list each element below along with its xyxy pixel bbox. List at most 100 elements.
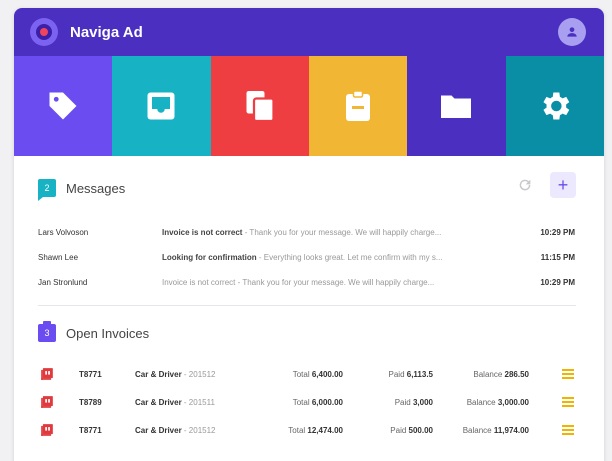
messages-list: Lars Volvoson Invoice is not correct - T… — [14, 220, 604, 295]
message-row[interactable]: Lars Volvoson Invoice is not correct - T… — [14, 220, 604, 245]
row-menu-icon[interactable] — [562, 397, 574, 407]
invoice-client-cell: Car & Driver - 201512 — [135, 426, 255, 435]
message-time: 11:15 PM — [540, 253, 575, 262]
invoice-balance: 3,000.00 — [497, 397, 529, 407]
invoices-header: 3 Open Invoices — [14, 306, 604, 360]
app-window: Naviga Ad 2 Messages + Lars Volvoson Inv… — [14, 8, 604, 461]
invoice-total: 12,474.00 — [307, 425, 343, 435]
total-label: Total — [288, 425, 306, 435]
pdf-icon — [41, 424, 53, 436]
folder-icon — [441, 95, 472, 118]
module-tiles — [14, 56, 604, 156]
copy-icon — [246, 91, 275, 123]
invoice-paid-cell: Paid 3,000 — [343, 398, 433, 407]
logo-ring — [36, 24, 52, 40]
invoice-issue: - 201512 — [181, 369, 216, 379]
invoice-balance-cell: Balance 286.50 — [433, 370, 529, 379]
invoice-number: T8771 — [79, 369, 102, 379]
message-subject: Invoice is not correct — [162, 278, 236, 287]
paid-label: Paid — [390, 425, 407, 435]
invoices-title: Open Invoices — [66, 325, 150, 341]
message-subject-line: Invoice is not correct - Thank you for y… — [162, 278, 519, 287]
top-bar: Naviga Ad — [14, 8, 604, 56]
message-subject-line: Looking for confirmation - Everything lo… — [162, 253, 519, 262]
message-sender: Shawn Lee — [38, 253, 79, 262]
invoice-row[interactable]: T8789 Car & Driver - 201511 Total 6,000.… — [14, 388, 604, 416]
message-row[interactable]: Jan Stronlund Invoice is not correct - T… — [14, 270, 604, 295]
invoice-balance-cell: Balance 3,000.00 — [433, 398, 529, 407]
message-sender: Jan Stronlund — [38, 278, 88, 287]
invoice-total: 6,400.00 — [311, 369, 343, 379]
pdf-icon — [41, 396, 53, 408]
invoice-total-cell: Total 6,400.00 — [255, 370, 343, 379]
message-preview: - Thank you for your message. We will ha… — [242, 228, 442, 237]
invoice-client: Car & Driver — [135, 397, 182, 407]
clipboard-icon — [346, 90, 371, 121]
tile-inbox[interactable] — [112, 56, 211, 156]
tag-icon — [49, 92, 77, 120]
paid-label: Paid — [394, 397, 411, 407]
app-title: Naviga Ad — [70, 23, 143, 41]
refresh-icon — [519, 179, 531, 191]
invoice-balance-cell: Balance 11,974.00 — [433, 426, 529, 435]
message-sender: Lars Volvoson — [38, 228, 89, 237]
invoice-client-cell: Car & Driver - 201511 — [135, 398, 255, 407]
row-menu-icon[interactable] — [562, 369, 574, 379]
message-preview: - Thank you for your message. We will ha… — [235, 278, 435, 287]
balance-label: Balance — [473, 369, 503, 379]
message-preview: - Everything looks great. Let me confirm… — [256, 253, 443, 262]
user-avatar[interactable] — [558, 18, 586, 46]
message-subject: Invoice is not correct — [162, 228, 243, 237]
tile-clipboard[interactable] — [308, 56, 408, 156]
paid-label: Paid — [388, 369, 405, 379]
invoice-client-cell: Car & Driver - 201512 — [135, 370, 255, 379]
invoice-balance: 11,974.00 — [493, 425, 529, 435]
invoice-client: Car & Driver — [135, 425, 182, 435]
user-icon — [567, 27, 577, 37]
messages-actions: + — [512, 172, 576, 198]
message-row[interactable]: Shawn Lee Looking for confirmation - Eve… — [14, 245, 604, 270]
message-time: 10:29 PM — [540, 228, 575, 237]
invoice-paid: 3,000 — [412, 397, 433, 407]
total-label: Total — [292, 369, 310, 379]
message-subject-line: Invoice is not correct - Thank you for y… — [162, 228, 519, 237]
tile-settings[interactable] — [505, 56, 604, 156]
invoice-client: Car & Driver — [135, 369, 182, 379]
invoice-issue: - 201512 — [181, 425, 216, 435]
messages-header: 2 Messages + — [14, 156, 604, 220]
invoices-count-badge: 3 — [38, 321, 56, 342]
message-time: 10:29 PM — [540, 278, 575, 287]
invoice-number: T8771 — [79, 425, 102, 435]
logo-dot — [40, 28, 48, 36]
message-subject: Looking for confirmation — [162, 253, 257, 262]
total-label: Total — [292, 397, 310, 407]
invoice-total: 6,000.00 — [311, 397, 343, 407]
messages-title: Messages — [66, 180, 126, 196]
tile-tags[interactable] — [14, 56, 113, 156]
tile-copy[interactable] — [210, 56, 309, 156]
invoice-issue: - 201511 — [181, 397, 215, 407]
balance-label: Balance — [462, 425, 492, 435]
inbox-icon — [147, 92, 175, 120]
plus-icon: + — [557, 174, 569, 195]
invoice-row[interactable]: T8771 Car & Driver - 201512 Total 12,474… — [14, 416, 604, 444]
refresh-button[interactable] — [512, 172, 538, 198]
row-menu-icon[interactable] — [562, 425, 574, 435]
pdf-icon — [41, 368, 53, 380]
gear-icon — [543, 92, 570, 120]
invoice-total-cell: Total 6,000.00 — [255, 398, 343, 407]
invoice-paid-cell: Paid 500.00 — [343, 426, 433, 435]
invoice-balance: 286.50 — [504, 369, 529, 379]
invoice-paid-cell: Paid 6,113.5 — [343, 369, 434, 379]
add-message-button[interactable]: + — [550, 172, 576, 198]
app-logo[interactable] — [30, 18, 58, 46]
messages-count-badge: 2 — [38, 179, 56, 201]
invoice-paid: 6,113.5 — [406, 369, 433, 379]
invoice-total-cell: Total 12,474.00 — [255, 426, 343, 435]
invoice-row[interactable]: T8771 Car & Driver - 201512 Total 6,400.… — [14, 360, 604, 388]
invoice-paid: 500.00 — [408, 425, 433, 435]
invoices-list: T8771 Car & Driver - 201512 Total 6,400.… — [14, 360, 604, 444]
balance-label: Balance — [466, 397, 496, 407]
tile-folder[interactable] — [407, 56, 506, 156]
invoice-number: T8789 — [79, 397, 102, 407]
